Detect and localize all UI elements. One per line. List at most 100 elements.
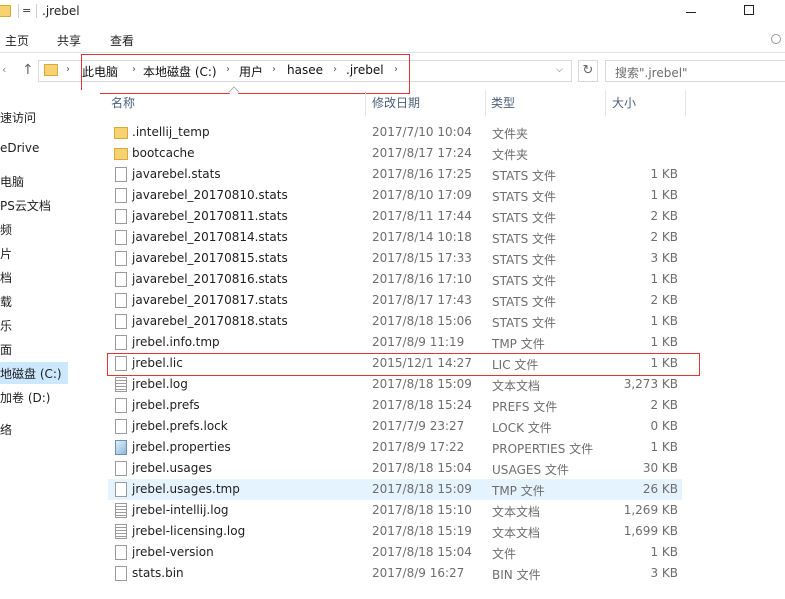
chevron-down-icon[interactable]: ⌵ — [556, 65, 563, 75]
file-icon — [115, 566, 127, 581]
file-name: jrebel.log — [132, 377, 188, 391]
file-date: 2017/8/18 15:19 — [372, 524, 472, 538]
nav-item-local-disk-c[interactable]: 地磁盘 (C:) — [0, 362, 68, 384]
file-row[interactable]: javarebel_20170815.stats 2017/8/15 17:33 S… — [108, 248, 682, 269]
file-name: javarebel_20170814.stats — [132, 230, 288, 244]
file-row[interactable]: javarebel.stats 2017/8/16 17:25 STATS 文件 1 … — [108, 164, 682, 185]
column-header-type[interactable]: 类型 — [491, 94, 515, 116]
nav-item-music[interactable]: 乐 — [0, 317, 12, 334]
nav-item-onedrive[interactable]: eDrive — [0, 141, 39, 155]
nav-item-quick-access[interactable]: 速访问 — [0, 109, 36, 126]
tab-home[interactable]: 主页 — [5, 32, 29, 49]
file-name: jrebel.usages — [132, 461, 212, 475]
divider — [18, 4, 19, 18]
file-row[interactable]: stats.bin 2017/8/9 16:27 BIN 文件 3 KB — [108, 563, 682, 584]
back-icon[interactable]: ‹ — [2, 63, 6, 76]
divider — [36, 4, 37, 18]
quick-access-toolbar-dropdown[interactable]: = — [22, 4, 31, 17]
file-name: jrebel.prefs.lock — [132, 419, 228, 433]
breadcrumb-users[interactable]: 用户 — [239, 63, 263, 80]
file-row[interactable]: jrebel-version 2017/8/18 15:04 文件 1 KB — [108, 542, 682, 563]
file-type: BIN 文件 — [492, 568, 541, 582]
column-divider[interactable] — [685, 90, 686, 116]
file-type: TMP 文件 — [492, 484, 545, 498]
breadcrumb-jrebel[interactable]: .jrebel — [346, 63, 384, 77]
chevron-right-icon[interactable]: › — [66, 64, 70, 75]
nav-item-desktop[interactable]: 面 — [0, 341, 12, 358]
file-name: jrebel.prefs — [132, 398, 200, 412]
column-divider[interactable] — [365, 90, 366, 116]
nav-item-downloads[interactable]: 载 — [0, 293, 12, 310]
file-name: javarebel_20170816.stats — [132, 272, 288, 286]
column-header-date[interactable]: 修改日期 — [372, 94, 420, 116]
file-row[interactable]: javarebel_20170810.stats 2017/8/10 17:09 S… — [108, 185, 682, 206]
breadcrumb-this-pc[interactable]: 此电脑 — [82, 63, 118, 80]
file-icon — [115, 209, 127, 224]
file-date: 2017/8/10 17:09 — [372, 188, 472, 202]
file-row[interactable]: jrebel.usages 2017/8/18 15:04 USAGES 文件 30 … — [108, 458, 682, 479]
file-date: 2017/8/14 10:18 — [372, 230, 472, 244]
file-size: 1 KB — [650, 440, 678, 454]
file-row[interactable]: javarebel_20170817.stats 2017/8/17 17:43 S… — [108, 290, 682, 311]
breadcrumb-hasee[interactable]: hasee — [287, 63, 323, 77]
file-type: LIC 文件 — [492, 358, 539, 372]
column-header-size[interactable]: 大小 — [612, 94, 636, 116]
tab-view[interactable]: 查看 — [110, 32, 134, 49]
file-type: 文本文档 — [492, 526, 541, 540]
file-name: bootcache — [132, 146, 195, 160]
file-icon — [115, 482, 127, 497]
nav-item-documents[interactable]: 档 — [0, 269, 12, 286]
nav-item-network[interactable]: 络 — [0, 421, 12, 438]
file-row[interactable]: jrebel.prefs.lock 2017/7/9 23:27 LOCK 文件 0 … — [108, 416, 682, 437]
column-header-name[interactable]: 名称 — [111, 94, 135, 116]
file-row[interactable]: javarebel_20170818.stats 2017/8/18 15:06 S… — [108, 311, 682, 332]
file-date: 2017/8/17 17:24 — [372, 146, 472, 160]
maximize-button[interactable] — [744, 5, 754, 15]
chevron-right-icon[interactable]: › — [394, 64, 398, 75]
file-row[interactable]: javarebel_20170814.stats 2017/8/14 10:18 S… — [108, 227, 682, 248]
file-row[interactable]: .intellij_temp 2017/7/10 10:04 文件夹 — [108, 122, 682, 143]
chevron-right-icon[interactable]: › — [272, 64, 276, 75]
file-icon — [115, 167, 127, 182]
chevron-right-icon[interactable]: › — [226, 64, 230, 75]
file-row[interactable]: jrebel.properties 2017/8/9 17:22 PROPERTIE… — [108, 437, 682, 458]
file-row[interactable]: jrebel.info.tmp 2017/8/9 11:19 TMP 文件 1 KB — [108, 332, 682, 353]
refresh-button[interactable]: ↻ — [578, 60, 598, 82]
file-name: jrebel-intellij.log — [132, 503, 229, 517]
file-type: 文本文档 — [492, 379, 541, 393]
nav-item-videos[interactable]: 频 — [0, 221, 12, 238]
file-row[interactable]: jrebel-intellij.log 2017/8/18 15:10 文本文档 1,… — [108, 500, 682, 521]
file-name: stats.bin — [132, 566, 184, 580]
file-row[interactable]: jrebel.prefs 2017/8/18 15:24 PREFS 文件 2 KB — [108, 395, 682, 416]
file-date: 2017/8/18 15:04 — [372, 545, 472, 559]
ribbon-expand-icon[interactable] — [771, 34, 781, 44]
file-size: 30 KB — [642, 461, 678, 475]
nav-item-wps-cloud[interactable]: PS云文档 — [0, 197, 51, 214]
file-row[interactable]: jrebel.usages.tmp 2017/8/18 15:09 TMP 文件 26… — [108, 479, 682, 500]
navigation-pane: 速访问 eDrive 电脑 PS云文档 频 片 档 载 乐 面 地磁盘 (C:)… — [0, 90, 100, 599]
nav-item-volume-d[interactable]: 加卷 (D:) — [0, 389, 50, 406]
minimize-button[interactable] — [686, 12, 696, 13]
file-date: 2017/8/15 17:33 — [372, 251, 472, 265]
up-arrow-icon[interactable]: ↑ — [22, 62, 34, 78]
file-row[interactable]: jrebel.lic 2015/12/1 14:27 LIC 文件 1 KB — [108, 353, 682, 374]
file-type: PREFS 文件 — [492, 400, 558, 414]
search-input[interactable]: 搜索".jrebel" — [605, 60, 785, 82]
tab-share[interactable]: 共享 — [57, 32, 81, 49]
file-name: javarebel.stats — [132, 167, 221, 181]
file-name: jrebel.properties — [132, 440, 231, 454]
text-file-icon — [115, 524, 127, 539]
breadcrumb-local-disk[interactable]: 本地磁盘 (C:) — [143, 63, 217, 80]
file-row[interactable]: jrebel.log 2017/8/18 15:09 文本文档 3,273 KB — [108, 374, 682, 395]
file-row[interactable]: jrebel-licensing.log 2017/8/18 15:19 文本文档 1… — [108, 521, 682, 542]
file-row[interactable]: bootcache 2017/8/17 17:24 文件夹 — [108, 143, 682, 164]
chevron-right-icon[interactable]: › — [333, 64, 337, 75]
file-row[interactable]: javarebel_20170811.stats 2017/8/11 17:44 S… — [108, 206, 682, 227]
nav-item-pictures[interactable]: 片 — [0, 245, 12, 262]
column-divider[interactable] — [485, 90, 486, 116]
file-row[interactable]: javarebel_20170816.stats 2017/8/16 17:10 S… — [108, 269, 682, 290]
nav-item-this-pc[interactable]: 电脑 — [0, 173, 24, 190]
file-date: 2017/8/18 15:24 — [372, 398, 472, 412]
column-divider[interactable] — [605, 90, 606, 116]
chevron-right-icon[interactable]: › — [132, 64, 136, 75]
